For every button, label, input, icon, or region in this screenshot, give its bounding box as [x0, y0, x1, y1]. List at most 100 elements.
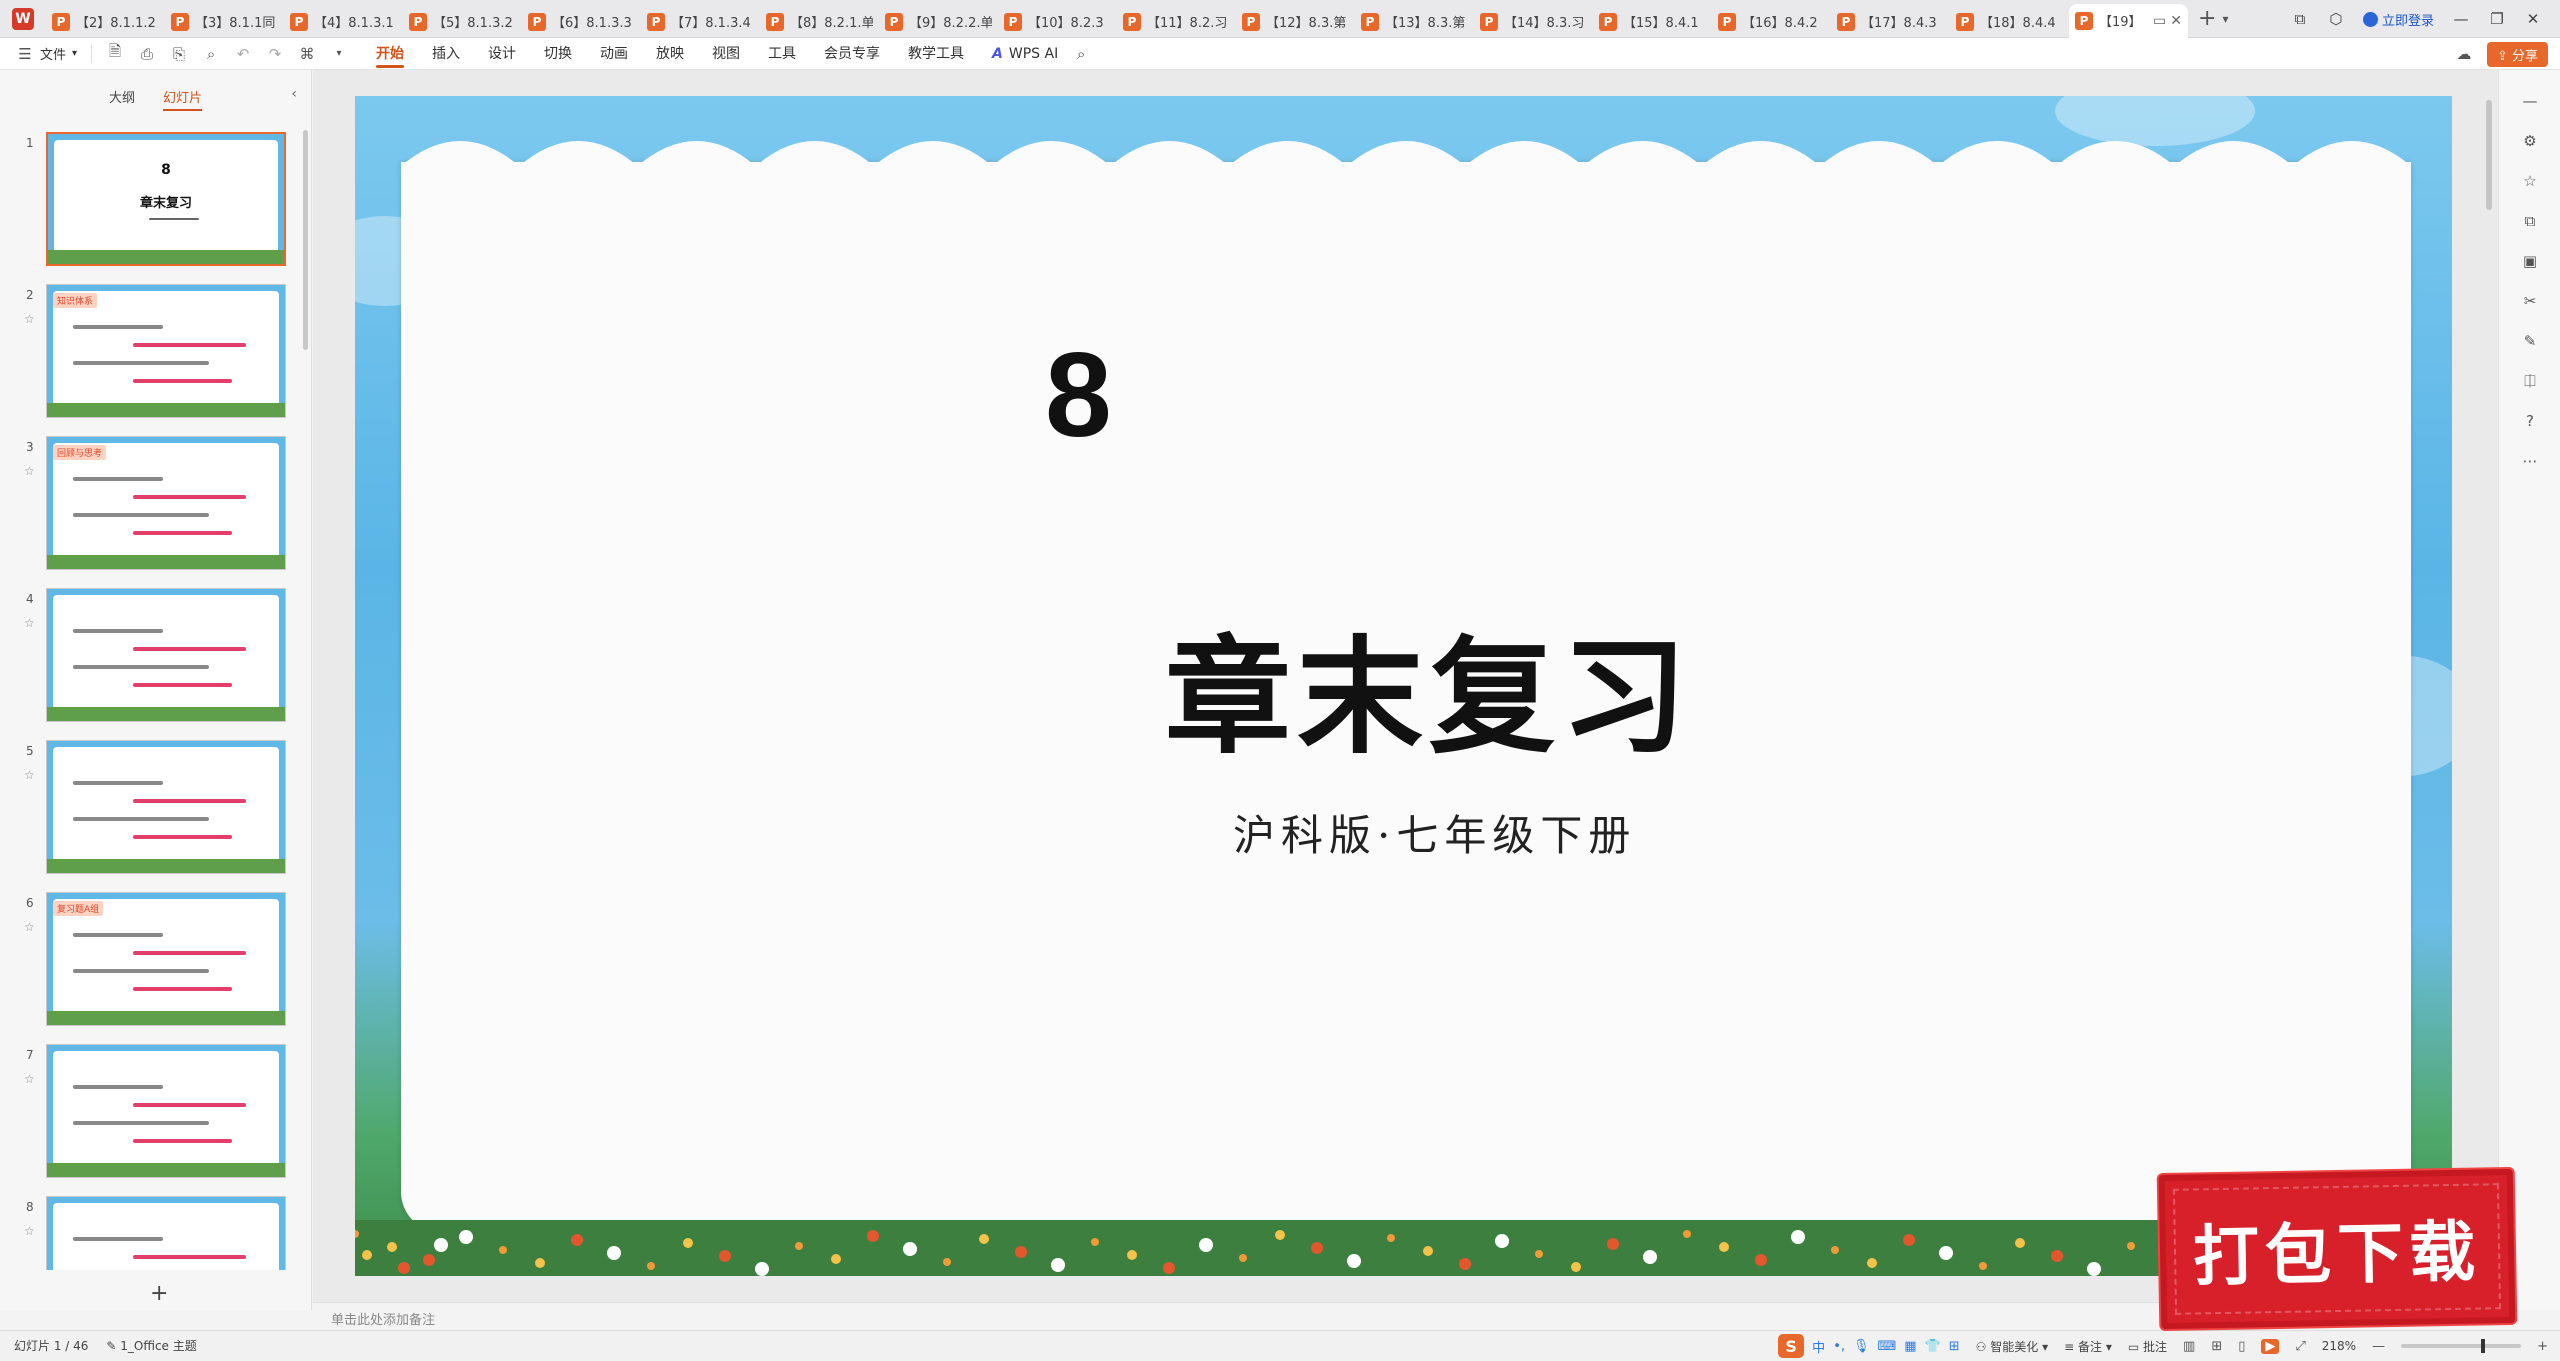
document-tab[interactable]: P 【15】8.4.1: [1593, 6, 1712, 38]
star-icon[interactable]: ☆: [2519, 170, 2541, 192]
document-tab-active[interactable]: P 【19】 ▭ ✕: [2069, 3, 2188, 38]
close-window-icon[interactable]: ✕: [2524, 10, 2542, 28]
adjust-icon[interactable]: ⚙: [2519, 130, 2541, 152]
canvas-scrollbar[interactable]: [2486, 100, 2492, 210]
search-icon[interactable]: ⌕: [1072, 45, 1090, 63]
format-painter-icon[interactable]: ⌘: [298, 45, 316, 63]
edit-icon[interactable]: ✎: [2519, 330, 2541, 352]
comments-button[interactable]: ▭ 批注: [2128, 1338, 2167, 1355]
slide-thumbnail-row[interactable]: 6 ☆ 复习题A组: [0, 892, 300, 1028]
star-icon[interactable]: ☆: [24, 768, 35, 782]
tab-outline[interactable]: 大纲: [109, 87, 135, 106]
ribbon-tab[interactable]: 视图: [698, 38, 754, 70]
save-icon[interactable]: 🗎: [106, 41, 124, 66]
redo-icon[interactable]: ↷: [266, 45, 284, 63]
slide-thumbnail[interactable]: 知识体系: [46, 284, 286, 418]
slide-thumbnail-row[interactable]: 5 ☆: [0, 740, 300, 876]
document-tab[interactable]: P 【4】8.1.3.1: [284, 6, 403, 38]
download-badge[interactable]: 打包下载: [2158, 1168, 2516, 1330]
notes-toggle[interactable]: ≡ 备注 ▾: [2064, 1338, 2112, 1355]
slide-subtitle[interactable]: 沪科版·七年级下册: [1233, 802, 1636, 863]
login-link[interactable]: 立即登录: [2362, 10, 2434, 29]
slide-thumbnail[interactable]: 回顾与思考: [46, 436, 286, 570]
document-tab[interactable]: P 【6】8.1.3.3: [522, 6, 641, 38]
cloud-sync-icon[interactable]: ☁: [2455, 45, 2473, 63]
fit-window-icon[interactable]: ⤢: [2295, 1339, 2305, 1354]
document-tab[interactable]: P 【2】8.1.1.2: [46, 6, 165, 38]
sorter-view-icon[interactable]: ⊞: [2211, 1339, 2222, 1354]
wps-logo[interactable]: W: [0, 0, 46, 38]
current-slide[interactable]: 8 章末复习 沪科版·七年级下册: [355, 96, 2452, 1276]
slide-thumbnail[interactable]: [46, 1196, 286, 1270]
chapter-number[interactable]: 8: [1045, 326, 1112, 464]
copy-icon[interactable]: ⧉: [2519, 210, 2541, 232]
ribbon-tab[interactable]: 设计: [474, 38, 530, 70]
export-pdf-icon[interactable]: ⎙: [138, 45, 156, 63]
ribbon-tab[interactable]: 插入: [418, 38, 474, 70]
slide-title[interactable]: 章末复习: [1165, 596, 1693, 778]
collapse-panel-icon[interactable]: ‹: [291, 86, 297, 102]
slide-thumbnail-row[interactable]: 3 ☆ 回顾与思考: [0, 436, 300, 572]
ime-tray[interactable]: S 中 •, 🎙 ⌨ ▦ 👕 ⊞: [1778, 1334, 1960, 1358]
minimize-icon[interactable]: —: [2452, 10, 2470, 28]
slide-thumbnail[interactable]: [46, 1044, 286, 1178]
document-tab[interactable]: P 【5】8.1.3.2: [403, 6, 522, 38]
slide-thumbnail-row[interactable]: 1 8 章末复习: [0, 132, 300, 268]
ribbon-tab[interactable]: 教学工具: [894, 38, 978, 70]
thumbnail-list[interactable]: 1 8 章末复习 2 ☆ 知识体系 3 ☆ 回顾与思考 4 ☆ 5 ☆ 6 ☆ 复习题A组 7 ☆ 8 ☆: [0, 124, 300, 1270]
slide-thumbnail[interactable]: [46, 740, 286, 874]
bookmark-icon[interactable]: ⎅: [2519, 370, 2541, 392]
add-slide-icon[interactable]: +: [150, 1281, 168, 1306]
more-chevron-icon[interactable]: ▾: [330, 48, 348, 59]
print-preview-icon[interactable]: ⌕: [202, 45, 220, 63]
slide-thumbnail[interactable]: 8 章末复习: [46, 132, 286, 266]
zoom-level[interactable]: 218%: [2322, 1339, 2356, 1353]
document-tab[interactable]: P 【7】8.1.3.4: [641, 6, 760, 38]
star-icon[interactable]: ☆: [24, 312, 35, 326]
cube-icon[interactable]: ⬡: [2327, 10, 2345, 28]
slide-thumbnail-row[interactable]: 2 ☆ 知识体系: [0, 284, 300, 420]
document-tab[interactable]: P 【16】8.4.2: [1712, 6, 1831, 38]
ribbon-tab[interactable]: 切换: [530, 38, 586, 70]
maximize-icon[interactable]: ❐: [2488, 10, 2506, 28]
normal-view-icon[interactable]: ▥: [2183, 1339, 2195, 1354]
document-tab[interactable]: P 【17】8.4.3: [1831, 6, 1950, 38]
star-icon[interactable]: ☆: [24, 616, 35, 630]
star-icon[interactable]: ☆: [24, 1224, 35, 1238]
document-tab[interactable]: P 【3】8.1.1同: [165, 6, 284, 38]
ribbon-tab[interactable]: 开始: [362, 38, 418, 70]
document-tab[interactable]: P 【13】8.3.第: [1355, 6, 1474, 38]
document-tab[interactable]: P 【18】8.4.4: [1950, 6, 2069, 38]
slide-thumbnail[interactable]: [46, 588, 286, 722]
slide-thumbnail-row[interactable]: 8 ☆: [0, 1196, 300, 1270]
slide-thumbnail-row[interactable]: 7 ☆: [0, 1044, 300, 1180]
zoom-out-icon[interactable]: —: [2372, 1339, 2385, 1354]
ribbon-tab[interactable]: 会员专享: [810, 38, 894, 70]
star-icon[interactable]: ☆: [24, 920, 35, 934]
undo-icon[interactable]: ↶: [234, 45, 252, 63]
theme-indicator[interactable]: ✎ 1_Office 主题: [106, 1337, 196, 1354]
play-slideshow-icon[interactable]: ▶: [2261, 1338, 2280, 1354]
tab-list-chevron-icon[interactable]: ▾: [2222, 12, 2228, 26]
zoom-slider-knob[interactable]: [2481, 1339, 2486, 1353]
document-tab[interactable]: P 【12】8.3.第: [1236, 6, 1355, 38]
reading-view-icon[interactable]: ▯: [2238, 1339, 2245, 1354]
image-icon[interactable]: ▣: [2519, 250, 2541, 272]
document-tab[interactable]: P 【14】8.3.习: [1474, 6, 1593, 38]
document-tab[interactable]: P 【11】8.2.习: [1117, 6, 1236, 38]
ribbon-tab[interactable]: 动画: [586, 38, 642, 70]
tab-slides[interactable]: 幻灯片: [163, 87, 203, 111]
document-tab[interactable]: P 【8】8.2.1.单: [760, 6, 879, 38]
wps-ai-button[interactable]: A WPS AI: [978, 46, 1072, 62]
star-icon[interactable]: ☆: [24, 1072, 35, 1086]
zoom-slider[interactable]: [2401, 1339, 2522, 1353]
document-tab[interactable]: P 【10】8.2.3: [998, 6, 1117, 38]
beautify-button[interactable]: ⚇ 智能美化 ▾: [1976, 1338, 2048, 1355]
help-icon[interactable]: ?: [2519, 410, 2541, 432]
slide-thumbnail[interactable]: 复习题A组: [46, 892, 286, 1026]
panel-scrollbar[interactable]: [303, 130, 308, 350]
document-tab[interactable]: P 【9】8.2.2.单: [879, 6, 998, 38]
print-icon[interactable]: ⎘: [170, 45, 188, 63]
star-icon[interactable]: ☆: [24, 464, 35, 478]
file-menu[interactable]: ☰ 文件 ▾: [16, 44, 77, 64]
